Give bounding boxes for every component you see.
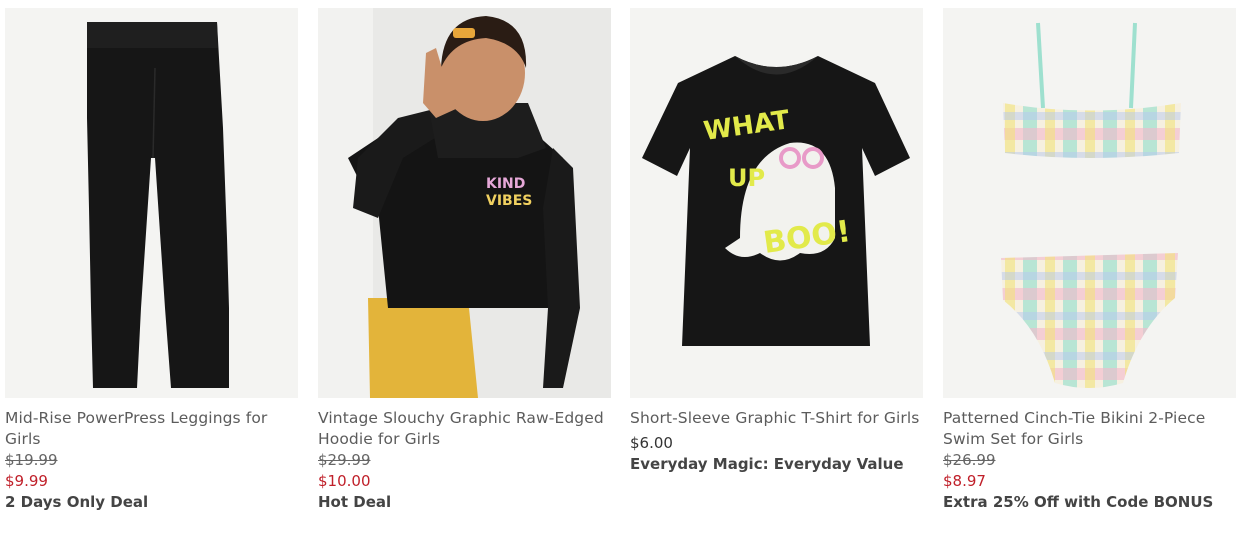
tshirt-graphic-up: UP bbox=[728, 164, 765, 192]
promo-badge: Everyday Magic: Everyday Value bbox=[630, 455, 904, 473]
product-card-bikini[interactable]: Patterned Cinch-Tie Bikini 2-Piece Swim … bbox=[943, 8, 1236, 513]
product-name[interactable]: Patterned Cinch-Tie Bikini 2-Piece Swim … bbox=[943, 408, 1236, 450]
product-name[interactable]: Vintage Slouchy Graphic Raw-Edged Hoodie… bbox=[318, 408, 611, 450]
product-image-leggings[interactable] bbox=[5, 8, 298, 398]
product-name[interactable]: Short-Sleeve Graphic T-Shirt for Girls bbox=[630, 408, 923, 429]
sale-price: $8.97 bbox=[943, 472, 986, 490]
product-card-tshirt[interactable]: WHAT UP BOO! Short-Sleeve Graphic T-Shir… bbox=[630, 8, 923, 475]
hoodie-graphic-kind: KIND bbox=[486, 176, 525, 192]
original-price: $26.99 bbox=[943, 451, 996, 469]
promo-badge: Hot Deal bbox=[318, 493, 392, 511]
original-price: $29.99 bbox=[318, 451, 371, 469]
promo-badge: 2 Days Only Deal bbox=[5, 493, 149, 511]
product-card-hoodie[interactable]: KIND VIBES Vintage Slouchy Graphic Raw-E… bbox=[318, 8, 611, 513]
sale-price: $9.99 bbox=[5, 472, 48, 490]
product-image-bikini[interactable] bbox=[943, 8, 1236, 398]
original-price: $19.99 bbox=[5, 451, 58, 469]
price: $6.00 bbox=[630, 434, 673, 452]
sale-price: $10.00 bbox=[318, 472, 371, 490]
product-card-leggings[interactable]: Mid-Rise PowerPress Leggings for Girls $… bbox=[5, 8, 298, 513]
product-image-tshirt[interactable]: WHAT UP BOO! bbox=[630, 8, 923, 398]
product-name[interactable]: Mid-Rise PowerPress Leggings for Girls bbox=[5, 408, 298, 450]
product-image-hoodie[interactable]: KIND VIBES bbox=[318, 8, 611, 398]
promo-badge: Extra 25% Off with Code BONUS bbox=[943, 493, 1214, 511]
hoodie-graphic-vibes: VIBES bbox=[486, 193, 532, 209]
